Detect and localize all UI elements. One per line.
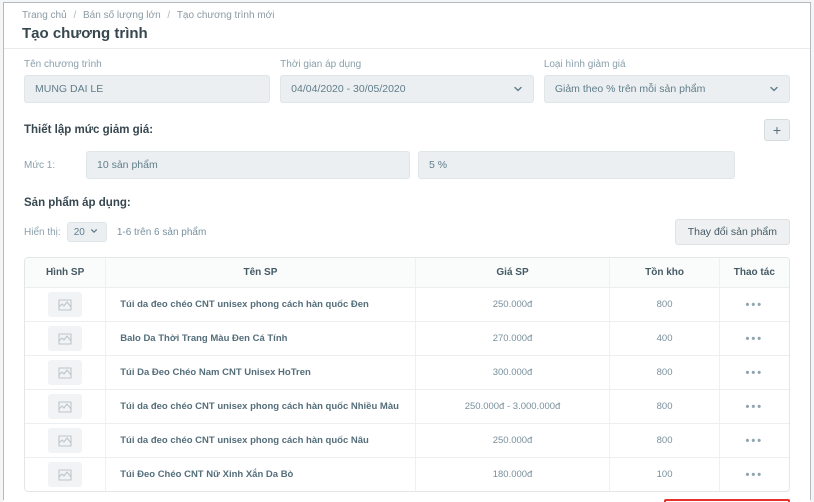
product-stock: 800 [609, 356, 718, 389]
product-table-body: Túi da đeo chéo CNT unisex phong cách hà… [25, 287, 789, 491]
program-name-input[interactable]: MUNG DAI LE [24, 75, 271, 103]
discount-setup-title: Thiết lập mức giảm giá: [24, 124, 154, 136]
product-stock: 400 [609, 322, 718, 355]
app-window: Trang chủ / Bán số lượng lớn / Tạo chươn… [3, 2, 811, 502]
product-actions-cell: ••• [718, 458, 789, 491]
level-percent-input[interactable]: 5 % [418, 151, 735, 179]
product-name: Túi da đeo chéo CNT unisex phong cách hà… [105, 288, 414, 321]
page-title: Tạo chương trình [22, 25, 148, 42]
column-header-name: Tên SP [105, 258, 414, 287]
pagination-range-text: 1-6 trên 6 sản phẩm [116, 226, 207, 238]
product-image-cell [25, 424, 105, 457]
table-row: Túi da đeo chéo CNT unisex phong cách hà… [25, 389, 789, 423]
breadcrumb-bulk-sale[interactable]: Bán số lượng lớn [83, 10, 161, 21]
table-row: Túi da đeo chéo CNT unisex phong cách hà… [25, 287, 789, 321]
product-actions-cell: ••• [718, 288, 789, 321]
chevron-down-icon [769, 84, 779, 94]
period-value: 04/04/2020 - 30/05/2020 [291, 83, 406, 95]
product-price: 270.000đ [414, 322, 610, 355]
product-stock: 800 [609, 390, 718, 423]
period-field-group: Thời gian áp dụng 04/04/2020 - 30/05/202… [280, 59, 534, 103]
main-content: Tên chương trình MUNG DAI LE Thời gian á… [4, 49, 810, 502]
product-price: 180.000đ [414, 458, 610, 491]
level-label: Mức 1: [24, 159, 56, 171]
product-name: Balo Da Thời Trang Màu Đen Cá Tính [105, 322, 414, 355]
column-header-stock: Tồn kho [609, 258, 718, 287]
add-level-button[interactable]: + [764, 119, 790, 141]
product-price: 250.000đ [414, 288, 610, 321]
broken-image-icon [48, 292, 83, 317]
product-actions-cell: ••• [718, 322, 789, 355]
product-actions-cell: ••• [718, 424, 789, 457]
program-form: Tên chương trình MUNG DAI LE Thời gian á… [24, 59, 790, 103]
product-name: Túi da đeo chéo CNT unisex phong cách hà… [105, 424, 414, 457]
product-price: 300.000đ [414, 356, 610, 389]
breadcrumb-current: Tạo chương trình mới [176, 10, 275, 21]
period-label: Thời gian áp dụng [280, 59, 362, 70]
product-image-cell [25, 390, 105, 423]
broken-image-icon [48, 360, 83, 385]
product-price: 250.000đ - 3.000.000đ [414, 390, 610, 423]
chevron-down-icon [513, 84, 523, 94]
discount-type-select[interactable]: Giảm theo % trên mỗi sản phẩm [543, 75, 790, 103]
broken-image-icon [48, 428, 83, 453]
column-header-price: Giá SP [414, 258, 610, 287]
discount-level-row: Mức 1: 10 sản phẩm 5 % [24, 151, 790, 179]
discount-type-label: Loại hình giảm giá [543, 59, 626, 70]
broken-image-icon [48, 326, 83, 351]
product-stock: 800 [609, 288, 718, 321]
program-name-label: Tên chương trình [24, 59, 102, 70]
row-actions-button[interactable]: ••• [746, 333, 764, 345]
column-header-image: Hình SP [45, 267, 85, 278]
product-actions-cell: ••• [718, 390, 789, 423]
products-title: Sản phẩm áp dụng: [24, 197, 131, 209]
program-name-value: MUNG DAI LE [35, 83, 104, 95]
broken-image-icon [48, 462, 83, 487]
column-header-actions: Thao tác [718, 258, 789, 287]
product-name: Túi Da Đeo Chéo Nam CNT Unisex HoTren [105, 356, 414, 389]
product-actions-cell: ••• [718, 356, 789, 389]
discount-type-field-group: Loại hình giảm giá Giảm theo % trên mỗi … [543, 59, 790, 103]
page-size-value: 20 [73, 226, 85, 238]
product-image-cell [25, 322, 105, 355]
page-size-select[interactable]: 20 [66, 222, 107, 242]
product-stock: 800 [609, 424, 718, 457]
chevron-down-icon [90, 227, 100, 237]
discount-type-value: Giảm theo % trên mỗi sản phẩm [554, 83, 706, 95]
products-controls: Hiển thị: 20 1-6 trên 6 sản phẩm Thay đổ… [24, 219, 790, 245]
program-name-field-group: Tên chương trình MUNG DAI LE [24, 59, 271, 103]
table-row: Túi da đeo chéo CNT unisex phong cách hà… [25, 423, 789, 457]
product-name: Túi Đeo Chéo CNT Nữ Xinh Xắn Da Bò [105, 458, 414, 491]
product-image-cell [25, 356, 105, 389]
row-actions-button[interactable]: ••• [746, 299, 764, 311]
change-products-button[interactable]: Thay đổi sản phẩm [674, 219, 790, 245]
breadcrumb: Trang chủ / Bán số lượng lớn / Tạo chươn… [22, 10, 792, 21]
table-row: Balo Da Thời Trang Màu Đen Cá Tính 270.0… [25, 321, 789, 355]
breadcrumb-home[interactable]: Trang chủ [22, 10, 67, 21]
row-actions-button[interactable]: ••• [746, 401, 764, 413]
period-select[interactable]: 04/04/2020 - 30/05/2020 [280, 75, 534, 103]
product-name: Túi da đeo chéo CNT unisex phong cách hà… [105, 390, 414, 423]
product-image-cell [25, 458, 105, 491]
page-header: Trang chủ / Bán số lượng lớn / Tạo chươn… [4, 3, 810, 49]
products-header: Sản phẩm áp dụng: [24, 197, 790, 209]
product-stock: 100 [609, 458, 718, 491]
row-actions-button[interactable]: ••• [746, 367, 764, 379]
discount-setup-header: Thiết lập mức giảm giá: + [24, 119, 790, 141]
level-percent-value: 5 % [429, 159, 448, 171]
table-row: Túi Da Đeo Chéo Nam CNT Unisex HoTren 30… [25, 355, 789, 389]
broken-image-icon [48, 394, 83, 419]
table-header-row: Hình SP Tên SP Giá SP Tồn kho Thao tác [25, 258, 789, 287]
table-row: Túi Đeo Chéo CNT Nữ Xinh Xắn Da Bò 180.0… [25, 457, 789, 491]
products-table: Hình SP Tên SP Giá SP Tồn kho Thao tác T… [24, 257, 790, 492]
row-actions-button[interactable]: ••• [746, 435, 764, 447]
breadcrumb-separator: / [167, 10, 171, 21]
breadcrumb-separator: / [73, 10, 77, 21]
row-actions-button[interactable]: ••• [746, 469, 764, 481]
show-label: Hiển thị: [24, 226, 61, 238]
product-image-cell [25, 288, 105, 321]
level-quantity-input[interactable]: 10 sản phẩm [86, 151, 410, 179]
product-price: 250.000đ [414, 424, 610, 457]
level-quantity-value: 10 sản phẩm [97, 159, 158, 171]
